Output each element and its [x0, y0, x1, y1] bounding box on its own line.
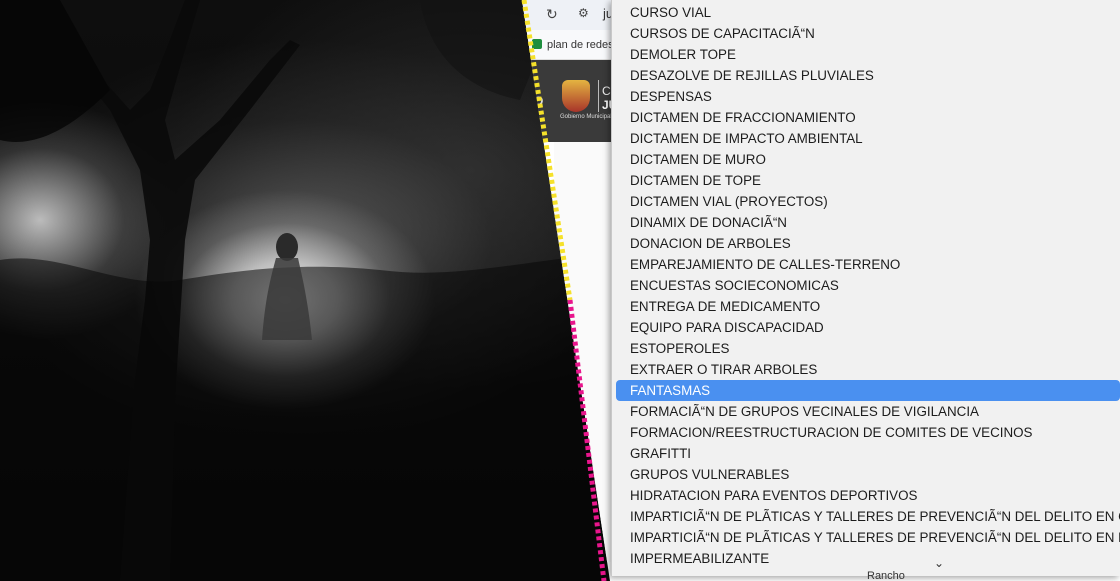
municipal-crest-icon	[562, 80, 590, 112]
dropdown-option[interactable]: DICTAMEN VIAL (PROYECTOS)	[616, 191, 1120, 212]
dropdown-option[interactable]: DESAZOLVE DE REJILLAS PLUVIALES	[616, 65, 1120, 86]
dropdown-option[interactable]: DICTAMEN DE MURO	[616, 149, 1120, 170]
crest-caption: Gobierno Municipal	[560, 114, 612, 120]
dropdown-option[interactable]: DICTAMEN DE FRACCIONAMIENTO	[616, 107, 1120, 128]
dropdown-option[interactable]: IMPARTICIÃ“N DE PLÃTICAS Y TALLERES DE P…	[616, 527, 1120, 548]
dropdown-option[interactable]: IMPERMEABILIZANTE	[616, 548, 1120, 569]
chevron-down-icon[interactable]: ⌄	[934, 556, 944, 570]
dropdown-option[interactable]: HIDRATACION PARA EVENTOS DEPORTIVOS	[616, 485, 1120, 506]
dropdown-option[interactable]: DEMOLER TOPE	[616, 44, 1120, 65]
dropdown-option[interactable]: EMPAREJAMIENTO DE CALLES-TERRENO	[616, 254, 1120, 275]
dropdown-option[interactable]: ESTOPEROLES	[616, 338, 1120, 359]
dropdown-option[interactable]: CURSO VIAL	[616, 2, 1120, 23]
bookmark-plan-de-redes[interactable]: plan de redes	[547, 39, 614, 51]
dropdown-option[interactable]: ENCUESTAS SOCIECONOMICAS	[616, 275, 1120, 296]
header-divider	[598, 80, 599, 112]
dropdown-option[interactable]: DONACION DE ARBOLES	[616, 233, 1120, 254]
bookmark-favicon-icon	[532, 39, 542, 49]
dropdown-option[interactable]: FANTASMAS	[616, 380, 1120, 401]
dropdown-option[interactable]: ENTREGA DE MEDICAMENTO	[616, 296, 1120, 317]
dropdown-option[interactable]: IMPARTICIÃ“N DE PLÃTICAS Y TALLERES DE P…	[616, 506, 1120, 527]
dropdown-option[interactable]: DESPENSAS	[616, 86, 1120, 107]
dropdown-option[interactable]: CURSOS DE CAPACITACIÃ“N	[616, 23, 1120, 44]
reload-icon[interactable]: ↻	[546, 6, 558, 23]
header-title-line1: C	[602, 84, 611, 98]
dropdown-option[interactable]: EXTRAER O TIRAR ARBOLES	[616, 359, 1120, 380]
dropdown-option[interactable]: DICTAMEN DE IMPACTO AMBIENTAL	[616, 128, 1120, 149]
dropdown-option[interactable]: FORMACION/REESTRUCTURACION DE COMITES DE…	[616, 422, 1120, 443]
dropdown-option[interactable]: DICTAMEN DE TOPE	[616, 170, 1120, 191]
dropdown-option[interactable]: FORMACIÃ“N DE GRUPOS VECINALES DE VIGILA…	[616, 401, 1120, 422]
site-settings-icon[interactable]: ⚙	[578, 6, 589, 20]
dropdown-option[interactable]: GRAFITTI	[616, 443, 1120, 464]
dropdown-option[interactable]: DINAMIX DE DONACIÃ“N	[616, 212, 1120, 233]
dropdown-option[interactable]: EQUIPO PARA DISCAPACIDAD	[616, 317, 1120, 338]
dropdown-option[interactable]: GRUPOS VULNERABLES	[616, 464, 1120, 485]
select-dropdown-list[interactable]: CURSO VIAL CURSOS DE CAPACITACIÃ“N DEMOLER…	[611, 0, 1120, 576]
map-label: Rancho	[867, 570, 905, 581]
